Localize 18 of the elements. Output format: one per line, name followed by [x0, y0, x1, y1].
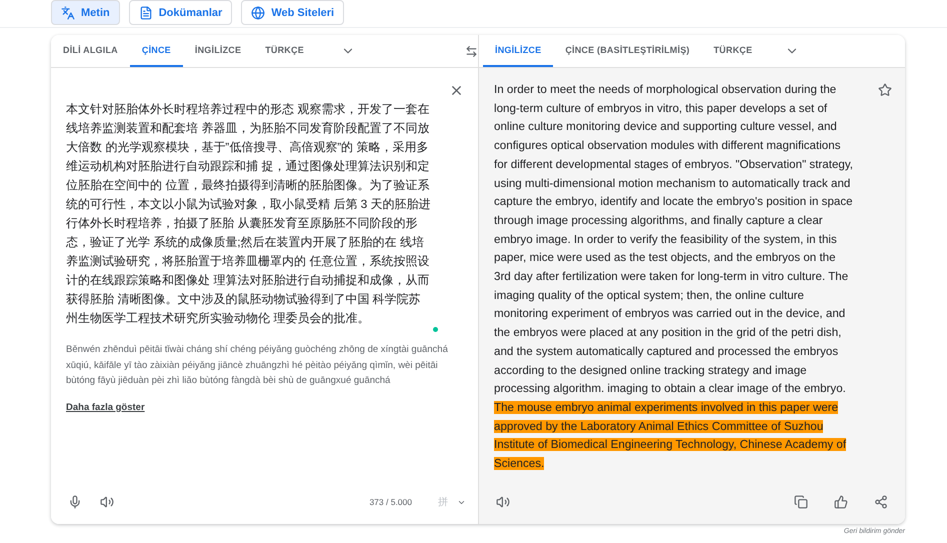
- language-tab[interactable]: İNGİLİZCE: [182, 35, 254, 67]
- show-more-link[interactable]: Daha fazla göster: [66, 402, 145, 412]
- mode-button[interactable]: Metin: [51, 0, 120, 25]
- language-tab[interactable]: İNGİLİZCE: [483, 35, 554, 67]
- status-dot: [433, 327, 438, 332]
- document-icon: [138, 6, 153, 20]
- globe-icon: [251, 6, 266, 20]
- mode-button[interactable]: Web Siteleri: [241, 0, 344, 25]
- source-text: 本文针对胚胎体外长时程培养过程中的形态 观察需求，开发了一套在线培养监测装置和配套培 养器皿，为胚胎不同发育阶段配置了不同放大倍数 的光学观察模块，基于”低倍搜寻、高倍观察”的 策略，采用多维运动机构对胚胎进行自动跟踪和捕 捉，通过图像处理算法识别和定位胚胎在空间中的 位置，最终拍摄得到清晰的胚胎图像。为了验证系统的可行性，本文以小鼠为试验对象，取小鼠受精 后第 3 天的胚胎进行体外长时程培养，拍摄了胚胎 从囊胚发育至原肠胚不同阶段的形态，验证了光学 系统的成像质量;然后在装置内开展了胚胎的在 线培养监测试验研究，将胚胎置于培养皿栅罩内的 任意位置，系统按照设计的在线跟踪策略和图像处 理算法对胚胎进行自动捕捉和成像，从而获得胚胎 清晰图像。文中涉及的鼠胚动物试验得到了中国 科学院苏州生物医学工程技术研究所实验动物伦 理委员会的批准。: [66, 101, 431, 327]
- romanization-text: Běnwén zhēnduì pēitāi tǐwài cháng shí chéng péiyǎng guòchéng zhōng de xíngtài guānchá xūqiú, kāifāle yī tào zàixiàn péiyǎng jiāncè zhuāngzhì hé pèitào péiyǎng qìmǐn, wèi pēitāi bùtóng fāyù jiēduàn pèi zhì liǎo bùtóng fàngdà bèi shù de guāngxué guānchá: [66, 343, 449, 388]
- language-tab[interactable]: TÜRKÇE: [253, 35, 316, 67]
- language-tab[interactable]: TÜRKÇE: [702, 35, 764, 67]
- mode-button[interactable]: Dokümanlar: [128, 0, 232, 25]
- translate-icon: [61, 6, 75, 20]
- language-tab[interactable]: DİLİ ALGILA: [51, 35, 130, 67]
- language-tab[interactable]: ÇİNCE (BASİTLEŞTİRİLMİŞ): [553, 35, 702, 67]
- language-tab[interactable]: ÇİNCE: [130, 35, 183, 67]
- character-count: 373 / 5.000: [369, 497, 412, 507]
